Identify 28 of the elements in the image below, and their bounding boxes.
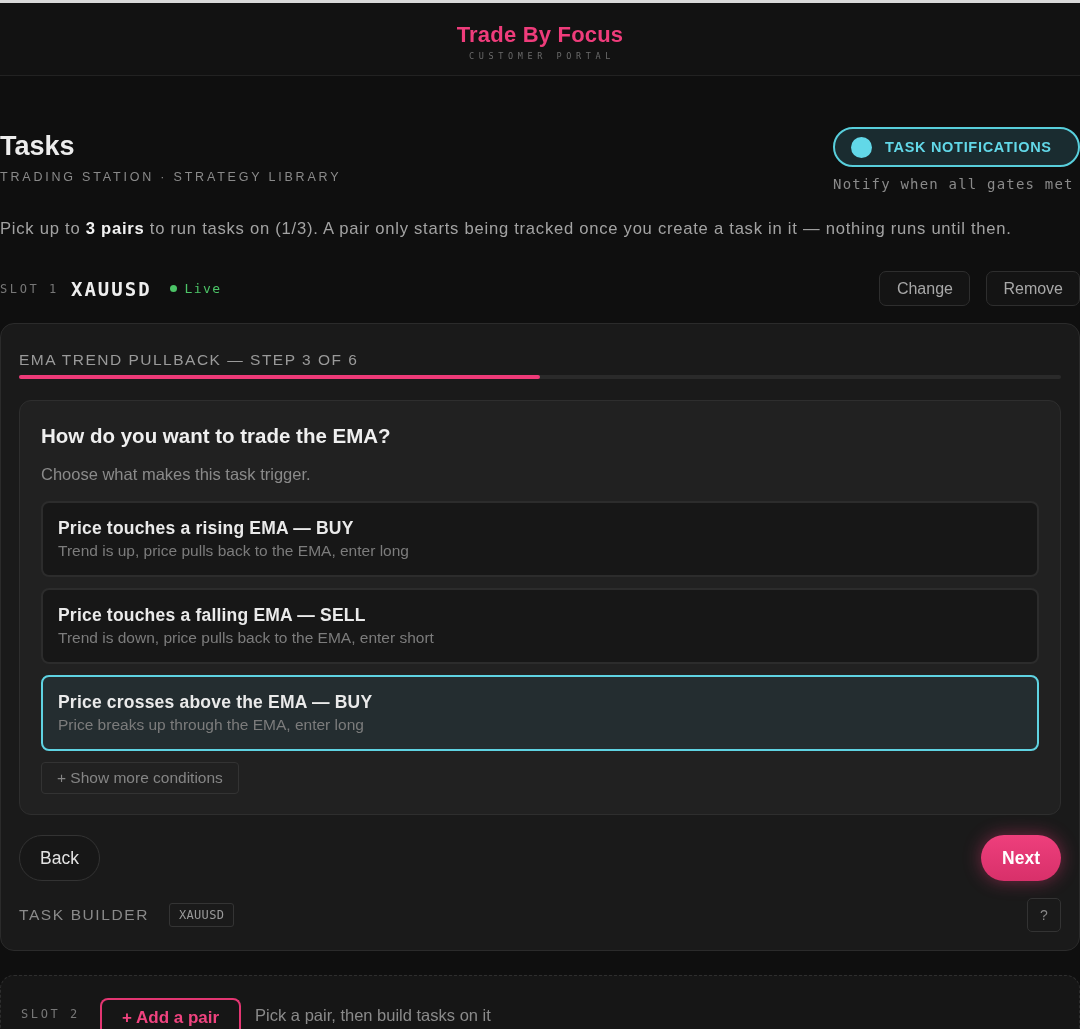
slot-label: SLOT 1 xyxy=(0,281,59,296)
add-pair-button[interactable]: + Add a pair xyxy=(99,998,242,1029)
logo-text: Trade By Focus xyxy=(456,21,624,48)
builder-label: TASK BUILDER xyxy=(19,906,150,924)
show-more-button[interactable]: + Show more conditions xyxy=(41,762,239,794)
question-title: How do you want to trade the EMA? xyxy=(41,424,391,448)
slot-action-button[interactable]: Remove xyxy=(986,271,1080,306)
question-hint: Choose what makes this task trigger. xyxy=(41,464,311,485)
option-card[interactable]: Price touches a rising EMA — BUY Trend is up, price pulls back to the EMA, enter long xyxy=(41,501,1039,577)
help-button[interactable]: ? xyxy=(1027,898,1061,932)
option-card[interactable]: Price touches a falling EMA — SELL Trend is down, price pulls back to the EMA, enter short xyxy=(41,588,1039,664)
next-button[interactable]: Next xyxy=(981,835,1061,881)
back-button[interactable]: Back xyxy=(19,835,100,881)
pair-symbol: XAUUSD xyxy=(70,277,152,300)
page-title: Tasks xyxy=(0,131,76,161)
toggle-dot-icon xyxy=(851,136,872,158)
slot-action-button[interactable]: Change xyxy=(879,271,971,306)
tagline: CUSTOMER PORTAL xyxy=(468,50,615,61)
intro-text: Pick up to 3 pairs to run tasks on (1/3). A pair only starts being tracked once you create a task in it — nothing runs until then. xyxy=(0,218,1012,240)
slot-hint: Pick a pair, then build tasks on it xyxy=(255,1005,491,1025)
notifications-toggle[interactable]: TASK NOTIFICATIONS xyxy=(833,127,1080,167)
status-text: Live xyxy=(184,281,222,296)
notifications-hint: Notify when all gates met xyxy=(833,176,1075,192)
slot-label: SLOT 2 xyxy=(21,1007,80,1021)
option-card[interactable]: Price crosses above the EMA — BUY Price breaks up through the EMA, enter long xyxy=(41,675,1039,751)
step-label: EMA TREND PULLBACK — STEP 3 OF 6 xyxy=(19,350,360,370)
page-subtitle: TRADING STATION · STRATEGY LIBRARY xyxy=(0,169,342,185)
pair-tag: XAUUSD xyxy=(169,903,235,927)
